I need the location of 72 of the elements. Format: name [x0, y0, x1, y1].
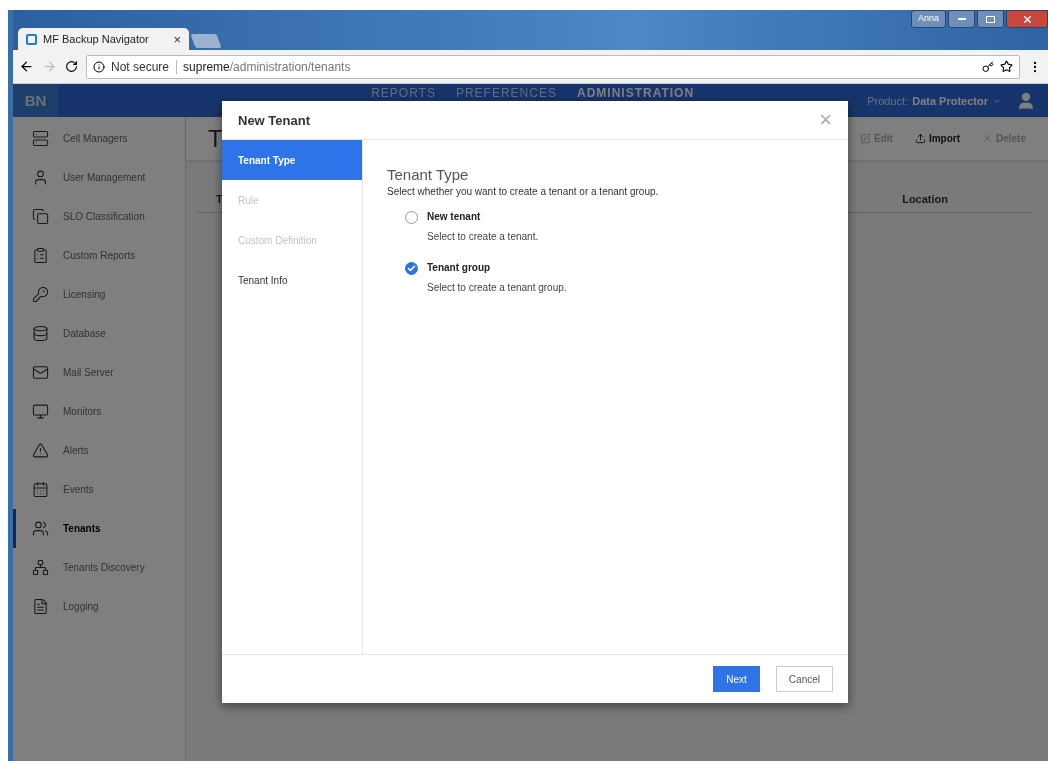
new-tab-button[interactable]: [190, 34, 222, 48]
option-label: Tenant group: [427, 262, 492, 273]
sidebar-item-icon: [32, 403, 49, 420]
sidebar-item-icon: [32, 442, 49, 459]
sidebar-item[interactable]: Mail Server: [13, 353, 185, 392]
sidebar-item-icon: [32, 247, 49, 264]
square-icon: [26, 33, 37, 45]
maximize-icon: [986, 15, 995, 23]
action-icon: [982, 133, 993, 144]
sidebar-item[interactable]: Database: [13, 314, 185, 353]
option-hint: Select to create a tenant group.: [427, 282, 567, 293]
page-title: T: [208, 124, 224, 153]
sidebar-item-icon: [32, 559, 49, 576]
sidebar-item[interactable]: SLO Classification: [13, 197, 185, 236]
sidebar-item[interactable]: Monitors: [13, 392, 185, 431]
security-label: Not secure: [111, 59, 178, 74]
sidebar-item-icon: [32, 481, 49, 498]
minimize-button[interactable]: [948, 10, 975, 28]
wizard-step[interactable]: Tenant Info: [222, 260, 362, 300]
nav-tab[interactable]: ADMINISTRATION: [576, 87, 695, 100]
user-icon[interactable]: [1016, 90, 1036, 111]
cancel-button[interactable]: Cancel: [775, 666, 833, 692]
section-description: Select whether you want to create a tenant or a tenant group.: [387, 186, 660, 197]
browser-tab[interactable]: MF Backup Navigator ×: [18, 28, 189, 50]
sidebar-item[interactable]: Logging: [13, 587, 185, 626]
tab-close-button[interactable]: ×: [173, 31, 181, 47]
tab-title: MF Backup Navigator: [43, 33, 150, 45]
reload-icon[interactable]: [65, 60, 78, 73]
app-logo: BN: [13, 84, 58, 117]
info-icon: [93, 60, 105, 73]
dialog-title: New Tenant: [238, 112, 310, 128]
sidebar-item[interactable]: Alerts: [13, 431, 185, 470]
star-icon[interactable]: [1000, 60, 1013, 73]
option-hint: Select to create a tenant.: [427, 231, 539, 242]
sidebar-item-icon: [32, 364, 49, 381]
toolbar-action[interactable]: Import: [914, 133, 960, 144]
sidebar-item-icon: [32, 598, 49, 615]
key-icon[interactable]: [982, 60, 994, 73]
action-icon: [860, 133, 871, 144]
sidebar-item-icon: [32, 286, 49, 303]
sidebar-item[interactable]: Tenants Discovery: [13, 548, 185, 587]
column-header[interactable]: Location: [902, 192, 948, 205]
address-bar[interactable]: Not secure supreme/administration/tenants: [86, 54, 1020, 79]
action-icon: [914, 133, 926, 144]
sidebar-item[interactable]: Cell Managers: [13, 119, 185, 158]
sidebar-item-icon: [32, 130, 49, 147]
radio-button[interactable]: [405, 211, 418, 224]
nav-tab[interactable]: REPORTS: [371, 87, 436, 100]
product-selector[interactable]: Product: Data Protector: [867, 94, 1002, 107]
minimize-icon: [957, 17, 966, 21]
sidebar-item-icon: [32, 208, 49, 225]
sidebar-item[interactable]: Licensing: [13, 275, 185, 314]
maximize-button[interactable]: [977, 10, 1004, 28]
section-heading: Tenant Type: [387, 166, 470, 183]
close-icon: [1021, 13, 1033, 25]
close-button[interactable]: ×: [819, 107, 832, 133]
sidebar-item-icon: [32, 169, 49, 186]
nav-tab[interactable]: PREFERENCES: [455, 87, 557, 100]
sidebar-item-icon: [32, 325, 49, 342]
url-text: supreme/administration/tenants: [183, 59, 351, 74]
sidebar-item[interactable]: Custom Reports: [13, 236, 185, 275]
profile-button[interactable]: Anna: [910, 10, 946, 28]
sidebar-item[interactable]: Tenants: [13, 509, 185, 548]
wizard-step[interactable]: Tenant Type: [222, 140, 362, 180]
sidebar-item-icon: [32, 520, 49, 537]
sidebar-item[interactable]: Events: [13, 470, 185, 509]
close-button[interactable]: [1006, 10, 1048, 28]
back-icon[interactable]: [19, 59, 34, 74]
sidebar-item[interactable]: User Management: [13, 158, 185, 197]
radio-button[interactable]: [405, 262, 418, 275]
next-button[interactable]: Next: [713, 666, 760, 692]
option-label: New tenant: [427, 211, 482, 222]
